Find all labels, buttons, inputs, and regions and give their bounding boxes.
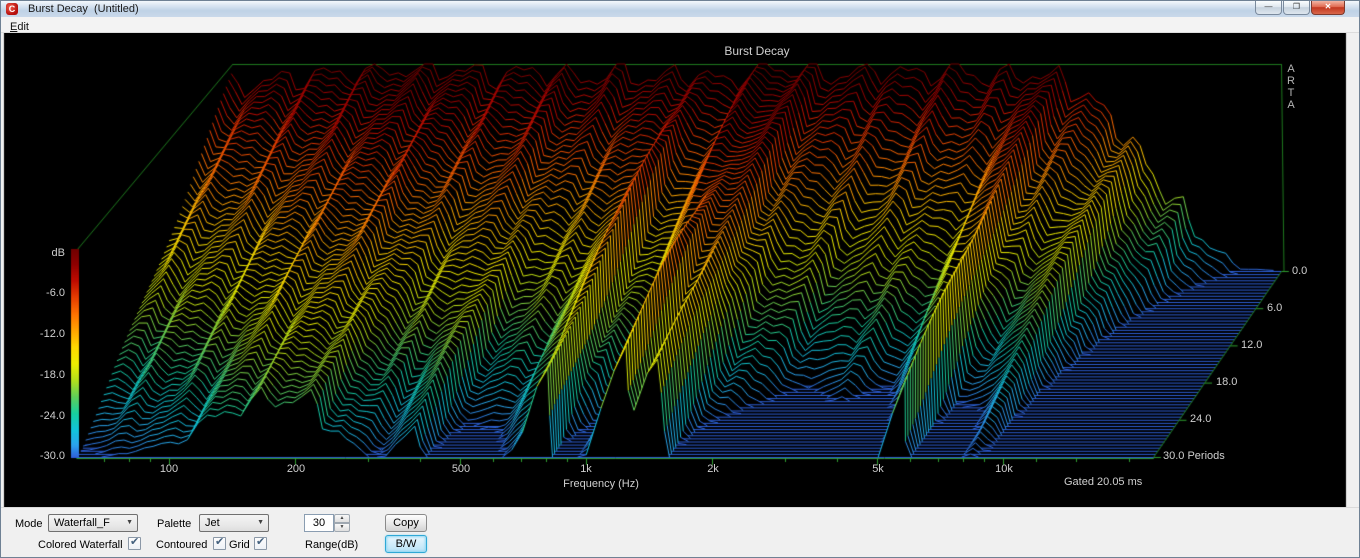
colored-waterfall-label: Colored Waterfall — [38, 539, 123, 551]
colored-waterfall-checkbox[interactable]: ✔ — [128, 537, 141, 550]
palette-dropdown[interactable]: Jet ▼ — [199, 514, 269, 532]
copy-button[interactable]: Copy — [385, 514, 427, 532]
contoured-label: Contoured — [156, 539, 207, 551]
chevron-down-icon: ▼ — [126, 519, 133, 526]
chevron-down-icon: ▼ — [257, 519, 264, 526]
menu-item-edit[interactable]: Edit — [10, 21, 29, 33]
control-panel: Mode Waterfall_F ▼ Palette Jet ▼ 30 ▲ ▼ … — [1, 507, 1359, 558]
menu-bar: Edit — [1, 17, 1359, 33]
range-db-label: Range(dB) — [305, 539, 358, 551]
minimize-icon: — — [1265, 2, 1273, 11]
spinner-up-icon: ▲ — [340, 515, 345, 521]
waterfall-plot-canvas — [1, 1, 1360, 507]
contoured-checkbox[interactable]: ✔ — [213, 537, 226, 550]
palette-label: Palette — [157, 518, 191, 530]
spinner-down-button[interactable]: ▼ — [334, 523, 350, 532]
check-icon: ✔ — [130, 535, 139, 548]
mode-value: Waterfall_F — [54, 517, 110, 529]
title-bar: C Burst Decay (Untitled) — ❐ ✕ — [1, 1, 1359, 18]
spinner-up-button[interactable]: ▲ — [334, 514, 350, 523]
bw-button[interactable]: B/W — [385, 535, 427, 553]
spinner-down-icon: ▼ — [340, 524, 345, 530]
window-title: Burst Decay (Untitled) — [28, 3, 139, 15]
grid-label: Grid — [229, 539, 250, 551]
window-buttons: — ❐ ✕ — [1254, 1, 1345, 16]
mode-dropdown[interactable]: Waterfall_F ▼ — [48, 514, 138, 532]
mode-label: Mode — [15, 518, 43, 530]
restore-icon: ❐ — [1293, 2, 1300, 11]
palette-value: Jet — [205, 517, 220, 529]
close-button[interactable]: ✕ — [1311, 1, 1345, 15]
restore-button[interactable]: ❐ — [1283, 1, 1310, 15]
close-icon: ✕ — [1325, 2, 1332, 11]
check-icon: ✔ — [215, 535, 224, 548]
minimize-button[interactable]: — — [1255, 1, 1282, 15]
app-icon: C — [6, 3, 18, 15]
range-db-input[interactable]: 30 — [304, 514, 334, 532]
grid-checkbox[interactable]: ✔ — [254, 537, 267, 550]
burst-decay-window: C Burst Decay (Untitled) — ❐ ✕ Edit Burs… — [0, 0, 1360, 558]
range-db-spinner: ▲ ▼ — [334, 514, 350, 532]
check-icon: ✔ — [256, 535, 265, 548]
